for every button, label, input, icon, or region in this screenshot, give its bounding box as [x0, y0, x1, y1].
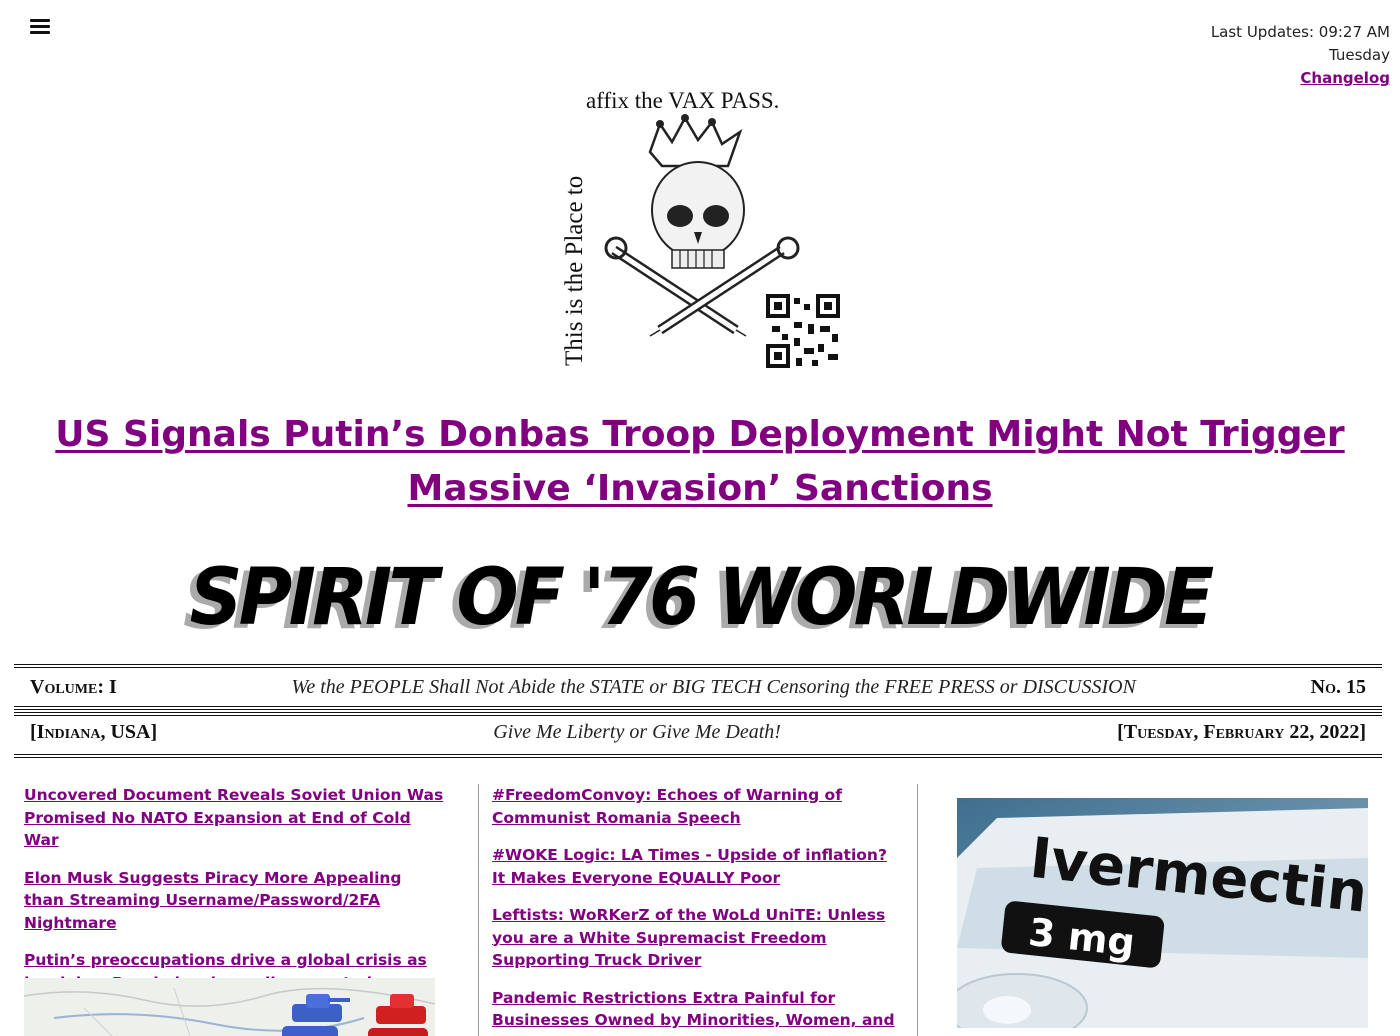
location-label: [Indiana, USA] — [30, 720, 158, 743]
ivermectin-package-image[interactable]: Ivermectin 3 mg — [957, 798, 1368, 1028]
volume-label: Volume: I — [30, 675, 117, 698]
location-bar: [Indiana, USA] Give Me Liberty or Give M… — [14, 710, 1382, 758]
masthead-title: SPIRIT OF '76 WORLDWIDE — [189, 553, 1215, 643]
news-column-center: #FreedomConvoy: Echoes of Warning of Com… — [478, 784, 918, 1036]
ukraine-map-image[interactable] — [24, 978, 435, 1036]
story-link[interactable]: #FreedomConvoy: Echoes of Warning of Com… — [492, 784, 905, 829]
logo-side-text: This is the Place to — [561, 176, 588, 366]
volume-bar: Volume: I We the PEOPLE Shall Not Abide … — [14, 664, 1382, 710]
story-link[interactable]: Uncovered Document Reveals Soviet Union … — [24, 784, 444, 852]
last-updates-time: Last Updates: 09:27 AM — [1210, 23, 1390, 41]
issue-date: [Tuesday, February 22, 2022] — [1117, 720, 1366, 743]
logo-top-text: affix the VAX PASS. — [586, 88, 779, 113]
last-updates-day: Tuesday — [1328, 46, 1390, 64]
press-motto: We the PEOPLE Shall Not Abide the STATE … — [291, 675, 1136, 698]
news-column-left: Uncovered Document Reveals Soviet Union … — [24, 784, 444, 1009]
vax-pass-skull-logo[interactable]: affix the VAX PASS. This is the Place to — [550, 82, 850, 374]
story-link[interactable]: #WOKE Logic: LA Times - Upside of inflat… — [492, 844, 905, 889]
story-link[interactable]: Leftists: WoRKerZ of the WoLd UniTE: Unl… — [492, 904, 905, 972]
liberty-motto: Give Me Liberty or Give Me Death! — [493, 720, 781, 743]
masthead: SPIRIT OF '76 WORLDWIDE — [0, 548, 1400, 648]
changelog-link[interactable]: Changelog — [1300, 69, 1390, 87]
story-link[interactable]: Elon Musk Suggests Piracy More Appealing… — [24, 867, 444, 935]
last-updates: Last Updates: 09:27 AM Tuesday Changelog — [1211, 21, 1390, 90]
issue-number: No. 15 — [1310, 675, 1366, 698]
story-link[interactable]: Pandemic Restrictions Extra Painful for … — [492, 987, 905, 1032]
lead-headline: US Signals Putin’s Donbas Troop Deployme… — [30, 408, 1370, 516]
qr-code-icon — [766, 294, 840, 368]
hamburger-menu-icon[interactable] — [26, 14, 54, 40]
lead-headline-link[interactable]: US Signals Putin’s Donbas Troop Deployme… — [55, 414, 1344, 509]
